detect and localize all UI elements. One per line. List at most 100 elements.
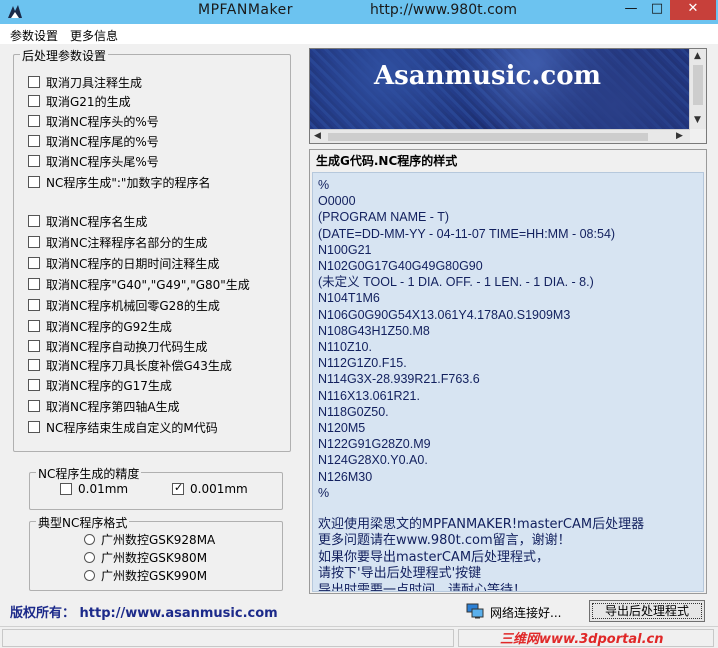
checkbox[interactable] <box>28 236 40 248</box>
close-button[interactable]: ✕ <box>670 0 716 20</box>
checkbox[interactable] <box>28 379 40 391</box>
precision-option-0001[interactable]: 0.001mm <box>172 481 248 497</box>
setting-option[interactable]: 取消NC程序刀具长度补偿G43生成 <box>28 357 232 373</box>
setting-label: 取消NC程序机械回零G28的生成 <box>46 298 220 313</box>
scroll-down-icon[interactable]: ▼ <box>694 115 701 125</box>
menu-bar: 参数设置 更多信息 <box>0 24 718 44</box>
checkbox[interactable] <box>28 299 40 311</box>
radio-button[interactable] <box>84 533 95 545</box>
setting-label: 取消刀具注释生成 <box>46 75 143 90</box>
message-line: 请按下'导出后处理程式'按键 <box>318 566 482 582</box>
app-icon <box>8 5 22 18</box>
checkbox[interactable] <box>60 483 72 495</box>
checkbox[interactable] <box>28 421 40 433</box>
format-option-gsk990m[interactable]: 广州数控GSK990M <box>84 567 207 583</box>
setting-label: 取消NC程序"G40","G49","G80"生成 <box>46 277 250 292</box>
setting-option[interactable]: 取消NC程序"G40","G49","G80"生成 <box>28 276 250 292</box>
checkbox[interactable] <box>28 400 40 412</box>
code-line: N112G1Z0.F15. <box>318 356 407 371</box>
scroll-up-icon[interactable]: ▲ <box>694 51 701 61</box>
scroll-thumb[interactable] <box>328 133 648 141</box>
code-line: % <box>318 485 330 500</box>
export-post-button[interactable]: 导出后处理程式 <box>589 600 705 622</box>
checkbox[interactable] <box>28 115 40 127</box>
window-title: MPFANMaker <box>198 2 293 18</box>
checkbox[interactable] <box>28 340 40 352</box>
scroll-right-icon[interactable]: ▶ <box>676 131 683 141</box>
status-cell <box>2 629 454 647</box>
menu-item-more-info[interactable]: 更多信息 <box>70 27 118 44</box>
precision-label: 0.01mm <box>78 482 129 496</box>
format-option-gsk980m[interactable]: 广州数控GSK980M <box>84 549 207 565</box>
precision-option-001[interactable]: 0.01mm <box>60 481 128 497</box>
banner-text: Asanmusic.com <box>374 61 602 91</box>
code-line: N108G43H1Z50.M8 <box>318 323 430 338</box>
code-line: N120M5 <box>318 421 366 436</box>
minimize-button[interactable]: — <box>618 0 644 20</box>
checkbox[interactable] <box>28 257 40 269</box>
format-label: 广州数控GSK980M <box>101 550 208 565</box>
message-line: 如果你要导出masterCAM后处理程式， <box>318 549 550 565</box>
watermark-text: 三维网www.3dportal.cn <box>500 632 664 647</box>
setting-option[interactable]: 取消NC程序自动换刀代码生成 <box>28 338 207 354</box>
setting-option[interactable]: NC程序结束生成自定义的M代码 <box>28 419 218 435</box>
banner: Asanmusic.com ▲ ▼ ◀ ▶ <box>309 48 707 144</box>
code-line: N104T1M6 <box>318 291 380 306</box>
checkbox[interactable] <box>28 135 40 147</box>
setting-option[interactable]: 取消NC程序第四轴A生成 <box>28 398 180 414</box>
setting-label: 取消NC程序刀具长度补偿G43生成 <box>46 358 232 373</box>
checkbox[interactable] <box>28 176 40 188</box>
checkbox[interactable] <box>28 155 40 167</box>
setting-option[interactable]: 取消NC程序机械回零G28的生成 <box>28 297 220 313</box>
scroll-thumb[interactable] <box>693 65 703 105</box>
checkbox[interactable] <box>28 95 40 107</box>
format-option-gsk928ma[interactable]: 广州数控GSK928MA <box>84 531 215 547</box>
setting-option[interactable]: 取消刀具注释生成 <box>28 74 142 90</box>
setting-option[interactable]: 取消NC程序的G17生成 <box>28 377 172 393</box>
code-line: O0000 <box>318 194 356 209</box>
scroll-left-icon[interactable]: ◀ <box>314 131 321 141</box>
checkbox[interactable] <box>28 215 40 227</box>
setting-label: 取消NC程序自动换刀代码生成 <box>46 339 208 354</box>
checkbox[interactable] <box>28 320 40 332</box>
message-line: 欢迎使用梁思文的MPFANMAKER!masterCAM后处理器 <box>318 517 645 533</box>
setting-option[interactable]: 取消G21的生成 <box>28 93 131 109</box>
setting-label: 取消NC程序的G17生成 <box>46 378 172 393</box>
focus-ring <box>592 603 702 619</box>
code-line: N114G3X-28.939R21.F763.6 <box>318 372 480 387</box>
setting-label: 取消NC程序头尾%号 <box>46 154 159 169</box>
setting-label: 取消NC程序尾的%号 <box>46 134 159 149</box>
code-line: N110Z10. <box>318 340 372 355</box>
menu-item-params[interactable]: 参数设置 <box>10 27 58 44</box>
window-url: http://www.980t.com <box>370 2 517 18</box>
setting-label: NC程序生成":"加数字的程序名 <box>46 175 211 190</box>
code-preview-text[interactable]: % O0000 (PROGRAM NAME - T) (DATE=DD-MM-YY -… <box>312 172 704 592</box>
checkbox[interactable] <box>28 359 40 371</box>
banner-vertical-scrollbar[interactable]: ▲ ▼ <box>689 49 706 129</box>
setting-option[interactable]: 取消NC程序的G92生成 <box>28 318 172 334</box>
maximize-button[interactable]: □ <box>644 0 670 20</box>
setting-label: 取消NC程序的G92生成 <box>46 319 172 334</box>
radio-button[interactable] <box>84 569 95 581</box>
setting-option[interactable]: 取消NC程序尾的%号 <box>28 133 159 149</box>
setting-option[interactable]: 取消NC程序头的%号 <box>28 113 159 129</box>
code-line: (未定义 TOOL - 1 DIA. OFF. - 1 LEN. - 1 DIA… <box>318 275 594 290</box>
checkbox[interactable] <box>28 278 40 290</box>
setting-option[interactable]: NC程序生成":"加数字的程序名 <box>28 174 210 190</box>
title-bar: MPFANMaker http://www.980t.com — □ ✕ <box>0 0 718 24</box>
code-preview-title: 生成G代码.NC程序的样式 <box>316 154 458 168</box>
format-label: 广州数控GSK928MA <box>101 532 216 547</box>
setting-option[interactable]: 取消NC程序名生成 <box>28 213 147 229</box>
banner-horizontal-scrollbar[interactable]: ◀ ▶ <box>310 129 690 143</box>
setting-option[interactable]: 取消NC程序的日期时间注释生成 <box>28 255 219 271</box>
radio-button[interactable] <box>84 551 95 563</box>
setting-option[interactable]: 取消NC程序头尾%号 <box>28 153 159 169</box>
format-label: 广州数控GSK990M <box>101 568 208 583</box>
code-line: N102G0G17G40G49G80G90 <box>318 259 483 274</box>
checkbox-checked[interactable] <box>172 481 184 495</box>
code-line: % <box>318 178 330 192</box>
setting-option[interactable]: 取消NC注释程序名部分的生成 <box>28 234 207 250</box>
setting-label: NC程序结束生成自定义的M代码 <box>46 420 218 435</box>
checkbox[interactable] <box>28 76 40 88</box>
post-settings-title: 后处理参数设置 <box>20 47 109 64</box>
